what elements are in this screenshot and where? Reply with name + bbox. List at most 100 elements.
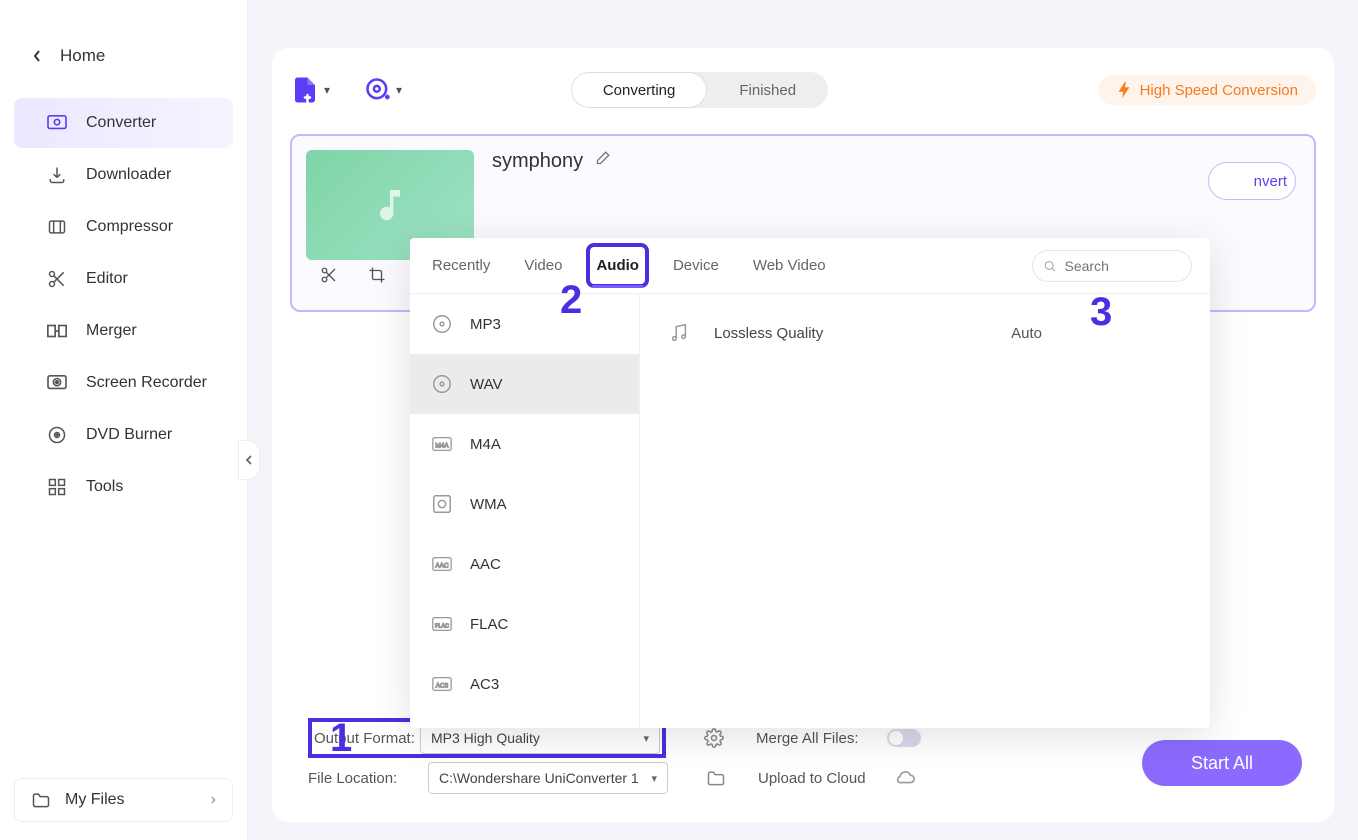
merge-toggle[interactable] — [887, 729, 921, 747]
music-icon — [668, 322, 690, 344]
format-item-ac3[interactable]: AC3 AC3 — [410, 654, 639, 714]
popup-header: Recently Video Audio Device Web Video — [410, 238, 1210, 294]
output-format-value: MP3 High Quality — [431, 730, 540, 746]
chevron-down-icon: ▾ — [324, 83, 330, 97]
sidebar-item-label: Downloader — [86, 166, 171, 184]
add-disc-button[interactable]: ▾ — [364, 76, 402, 104]
format-item-m4a[interactable]: M4A M4A — [410, 414, 639, 474]
chevron-left-icon — [32, 49, 42, 63]
crop-icon[interactable] — [368, 266, 388, 286]
svg-text:FLAC: FLAC — [435, 624, 449, 630]
format-item-aac[interactable]: AAC AAC — [410, 534, 639, 594]
tab-converting[interactable]: Converting — [571, 72, 708, 108]
popup-tab-web-video[interactable]: Web Video — [749, 249, 830, 282]
compressor-icon — [46, 216, 68, 238]
file-location-select[interactable]: C:\Wondershare UniConverter 1 ▾ — [428, 762, 668, 794]
bolt-icon — [1116, 81, 1132, 99]
sidebar-item-label: Merger — [86, 322, 137, 340]
sidebar-item-label: Editor — [86, 270, 128, 288]
sidebar-item-label: Tools — [86, 478, 123, 496]
disc-icon — [46, 424, 68, 446]
start-all-button[interactable]: Start All — [1142, 740, 1302, 786]
format-item-flac[interactable]: FLAC FLAC — [410, 594, 639, 654]
sidebar-item-dvd-burner[interactable]: DVD Burner — [14, 410, 233, 460]
output-format-label: Output Format: — [314, 730, 420, 747]
folder-open-icon[interactable] — [706, 769, 726, 787]
sidebar-item-label: DVD Burner — [86, 426, 172, 444]
badge-icon: FLAC — [430, 612, 454, 636]
disc-plus-icon — [364, 76, 392, 104]
quality-label: Lossless Quality — [714, 325, 823, 342]
grid-icon — [46, 476, 68, 498]
disc-icon — [430, 312, 454, 336]
sidebar-item-label: Converter — [86, 114, 156, 132]
format-popup: Recently Video Audio Device Web Video MP… — [410, 238, 1210, 728]
svg-text:M4A: M4A — [435, 443, 449, 450]
file-location-value: C:\Wondershare UniConverter 1 — [439, 770, 639, 786]
tab-finished[interactable]: Finished — [707, 72, 828, 108]
high-speed-label: High Speed Conversion — [1140, 82, 1298, 99]
quality-row-lossless[interactable]: Lossless Quality Auto — [640, 308, 1210, 358]
popup-tab-recently[interactable]: Recently — [428, 249, 494, 282]
popup-tab-video[interactable]: Video — [520, 249, 566, 282]
sidebar: Home Converter Downloader Compressor Edi… — [0, 0, 248, 840]
svg-text:AC3: AC3 — [436, 683, 449, 690]
status-tabs: Converting Finished — [571, 72, 828, 108]
music-note-icon — [370, 185, 410, 225]
popup-tab-audio[interactable]: Audio — [592, 249, 643, 282]
sidebar-item-screen-recorder[interactable]: Screen Recorder — [14, 358, 233, 408]
badge-icon — [430, 492, 454, 516]
chevron-down-icon: ▾ — [396, 83, 402, 97]
folder-icon — [31, 791, 51, 809]
merge-label: Merge All Files: — [756, 730, 859, 747]
format-item-mp3[interactable]: MP3 — [410, 294, 639, 354]
popup-search[interactable] — [1032, 250, 1192, 282]
toolbar: ▾ ▾ Converting Finished High Speed Conve… — [290, 66, 1316, 114]
sidebar-item-editor[interactable]: Editor — [14, 254, 233, 304]
my-files-label: My Files — [65, 791, 125, 809]
file-location-label: File Location: — [308, 770, 414, 787]
chevron-down-icon: ▾ — [651, 772, 657, 785]
popup-search-input[interactable] — [1065, 258, 1182, 274]
sidebar-item-label: Screen Recorder — [86, 374, 207, 392]
sidebar-item-converter[interactable]: Converter — [14, 98, 233, 148]
badge-icon: AAC — [430, 552, 454, 576]
format-item-wav[interactable]: WAV — [410, 354, 639, 414]
record-icon — [46, 372, 68, 394]
sidebar-item-label: Compressor — [86, 218, 173, 236]
convert-button[interactable]: nvert — [1208, 162, 1296, 200]
gear-icon[interactable] — [704, 728, 724, 748]
add-file-button[interactable]: ▾ — [290, 75, 330, 105]
popup-tab-device[interactable]: Device — [669, 249, 723, 282]
quality-pane: Lossless Quality Auto — [640, 294, 1210, 728]
badge-icon: AC3 — [430, 672, 454, 696]
sidebar-home-label: Home — [60, 46, 105, 66]
disc-icon — [430, 372, 454, 396]
search-icon — [1043, 258, 1057, 274]
trim-icon[interactable] — [320, 266, 340, 286]
file-plus-icon — [290, 75, 320, 105]
format-item-wma[interactable]: WMA — [410, 474, 639, 534]
badge-icon: M4A — [430, 432, 454, 456]
file-title: symphony — [492, 150, 583, 173]
scissors-icon — [46, 268, 68, 290]
converter-icon — [46, 112, 68, 134]
format-item-aiff[interactable]: AIFF AIFF — [410, 714, 639, 728]
sidebar-item-compressor[interactable]: Compressor — [14, 202, 233, 252]
high-speed-button[interactable]: High Speed Conversion — [1098, 75, 1316, 105]
edit-title-icon[interactable] — [593, 150, 611, 168]
chevron-right-icon: › — [211, 791, 216, 809]
sidebar-my-files[interactable]: My Files › — [14, 778, 233, 822]
cloud-icon[interactable] — [894, 769, 916, 787]
download-icon — [46, 164, 68, 186]
sidebar-item-merger[interactable]: Merger — [14, 306, 233, 356]
format-list: MP3 WAV M4A M4A WMA AAC AAC FLAC FLAC — [410, 294, 640, 728]
upload-label: Upload to Cloud — [758, 770, 866, 787]
sidebar-collapse-button[interactable] — [238, 440, 260, 480]
quality-value: Auto — [1011, 325, 1042, 342]
sidebar-item-tools[interactable]: Tools — [14, 462, 233, 512]
sidebar-home[interactable]: Home — [0, 28, 247, 84]
chevron-down-icon: ▾ — [643, 732, 649, 745]
svg-text:AAC: AAC — [435, 563, 449, 570]
sidebar-item-downloader[interactable]: Downloader — [14, 150, 233, 200]
